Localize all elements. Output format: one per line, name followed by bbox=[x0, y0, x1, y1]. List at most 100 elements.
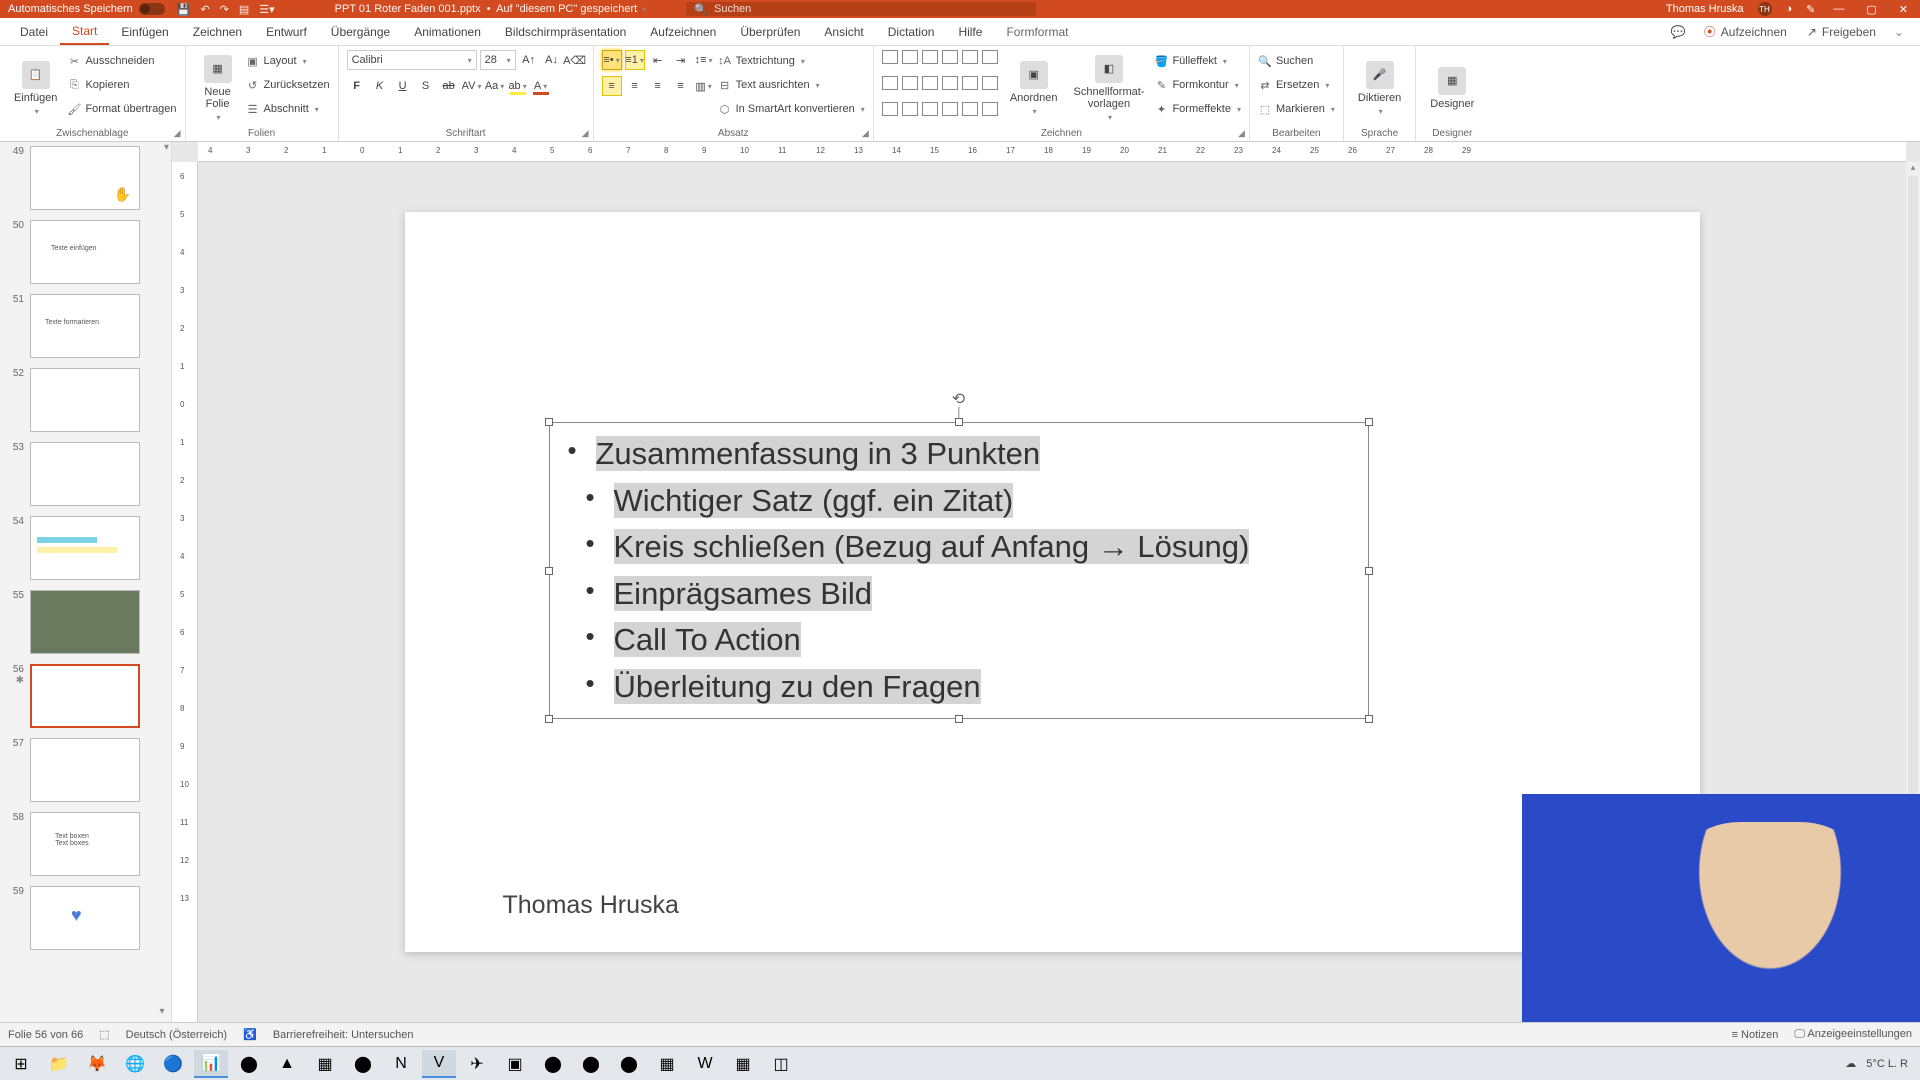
language-indicator[interactable]: Deutsch (Österreich) bbox=[126, 1029, 227, 1041]
chevron-down-icon[interactable]: ▾ bbox=[1235, 81, 1239, 90]
telegram-icon[interactable]: ✈ bbox=[460, 1050, 494, 1078]
chevron-down-icon[interactable]: ▾ bbox=[468, 56, 472, 65]
tab-uebergaenge[interactable]: Übergänge bbox=[319, 18, 402, 45]
format-painter-button[interactable]: 🖌Format übertragen bbox=[67, 98, 176, 120]
shape-fill-button[interactable]: 🪣Fülleffekt▾ bbox=[1154, 50, 1241, 72]
chevron-down-icon[interactable]: ▾ bbox=[642, 5, 646, 14]
chevron-down-icon[interactable]: ▾ bbox=[1033, 107, 1037, 116]
bullet-list[interactable]: Zusammenfassung in 3 Punkten Wichtiger S… bbox=[550, 423, 1368, 718]
chevron-down-icon[interactable]: ▾ bbox=[303, 57, 307, 66]
shape-oval-icon[interactable] bbox=[902, 76, 918, 90]
align-right-button[interactable]: ≡ bbox=[648, 76, 668, 96]
quick-styles-button[interactable]: ◧Schnellformat- vorlagen▾ bbox=[1068, 50, 1151, 126]
horizontal-ruler[interactable]: 4321012345678910111213141516171819202122… bbox=[198, 142, 1906, 162]
arrange-button[interactable]: ▣Anordnen▾ bbox=[1004, 50, 1064, 126]
bullet-item[interactable]: Wichtiger Satz (ggf. ein Zitat) bbox=[586, 478, 1332, 525]
bullets-button[interactable]: ≡•▾ bbox=[602, 50, 622, 70]
shape-line-icon[interactable] bbox=[902, 50, 918, 64]
resize-handle[interactable] bbox=[1365, 418, 1373, 426]
onenote-icon[interactable]: N bbox=[384, 1050, 418, 1078]
tab-ueberpruefen[interactable]: Überprüfen bbox=[728, 18, 812, 45]
collapse-ribbon-icon[interactable]: ⌄ bbox=[1886, 25, 1912, 39]
resize-handle[interactable] bbox=[545, 715, 553, 723]
shape-textbox-icon[interactable] bbox=[882, 76, 898, 90]
app-icon[interactable]: ⬤ bbox=[232, 1050, 266, 1078]
app-icon[interactable]: ◫ bbox=[764, 1050, 798, 1078]
dialog-launcher-icon[interactable]: ◢ bbox=[582, 128, 589, 139]
visio-icon[interactable]: V bbox=[422, 1050, 456, 1078]
ribbon-draw-icon[interactable]: ✎ bbox=[1806, 3, 1815, 16]
chevron-down-icon[interactable]: ▾ bbox=[1237, 105, 1241, 114]
app-icon[interactable]: ▣ bbox=[498, 1050, 532, 1078]
user-name[interactable]: Thomas Hruska bbox=[1666, 3, 1744, 15]
toggle-switch-icon[interactable] bbox=[139, 3, 165, 15]
system-tray[interactable]: ☁ 5°C L. R bbox=[1845, 1057, 1916, 1070]
resize-handle[interactable] bbox=[1365, 715, 1373, 723]
start-button[interactable]: ⊞ bbox=[4, 1050, 38, 1078]
select-button[interactable]: ⬚Markieren▾ bbox=[1258, 98, 1335, 120]
tab-hilfe[interactable]: Hilfe bbox=[946, 18, 994, 45]
increase-indent-button[interactable]: ⇥ bbox=[671, 50, 691, 70]
shape-line-icon[interactable] bbox=[882, 50, 898, 64]
bullet-item[interactable]: Zusammenfassung in 3 Punkten bbox=[586, 431, 1332, 478]
shape-star-icon[interactable] bbox=[922, 102, 938, 116]
shape-brace-icon[interactable] bbox=[942, 102, 958, 116]
bullet-item[interactable]: Überleitung zu den Fragen bbox=[586, 664, 1332, 711]
align-left-button[interactable]: ≡ bbox=[602, 76, 622, 96]
minimize-button[interactable]: — bbox=[1829, 3, 1848, 15]
vlc-icon[interactable]: ▲ bbox=[270, 1050, 304, 1078]
text-direction-button[interactable]: ↕ATextrichtung▾ bbox=[718, 50, 865, 72]
text-placeholder[interactable]: ⟲ Zusammenfassung in 3 Punkten Wichtiger… bbox=[549, 422, 1369, 719]
columns-button[interactable]: ▥▾ bbox=[694, 76, 714, 96]
align-text-button[interactable]: ⊟Text ausrichten▾ bbox=[718, 74, 865, 96]
copy-button[interactable]: ⎘Kopieren bbox=[67, 74, 176, 96]
designer-button[interactable]: ▦Designer bbox=[1424, 50, 1480, 126]
shape-arrow-icon[interactable] bbox=[982, 76, 998, 90]
dialog-launcher-icon[interactable]: ◢ bbox=[862, 128, 869, 139]
chevron-down-icon[interactable]: ▾ bbox=[861, 105, 865, 114]
shape-rect-icon[interactable] bbox=[942, 50, 958, 64]
tab-praesentation[interactable]: Bildschirmpräsentation bbox=[493, 18, 638, 45]
strike-button[interactable]: ab bbox=[439, 76, 459, 96]
shape-arrow-icon[interactable] bbox=[962, 76, 978, 90]
change-case-button[interactable]: Aa▾ bbox=[485, 76, 505, 96]
app-icon[interactable]: ▦ bbox=[308, 1050, 342, 1078]
underline-button[interactable]: U bbox=[393, 76, 413, 96]
shadow-button[interactable]: S bbox=[416, 76, 436, 96]
edge-icon[interactable]: 🔵 bbox=[156, 1050, 190, 1078]
bullet-item[interactable]: Kreis schließen (Bezug auf Anfang → Lösu… bbox=[586, 524, 1332, 571]
bullet-item[interactable]: Einprägsames Bild bbox=[586, 571, 1332, 618]
shapes-gallery[interactable] bbox=[882, 50, 1000, 126]
bullet-item[interactable]: Call To Action bbox=[586, 617, 1332, 664]
tab-dictation[interactable]: Dictation bbox=[876, 18, 947, 45]
replace-button[interactable]: ⇄Ersetzen▾ bbox=[1258, 74, 1335, 96]
italic-button[interactable]: K bbox=[370, 76, 390, 96]
highlight-color-button[interactable]: ab▾ bbox=[508, 76, 528, 96]
thumbnail-53[interactable]: 53 bbox=[6, 442, 165, 506]
layout-button[interactable]: ▣Layout▾ bbox=[246, 50, 330, 72]
shape-arrow-icon[interactable] bbox=[942, 76, 958, 90]
weather-icon[interactable]: ☁ bbox=[1845, 1057, 1856, 1070]
align-center-button[interactable]: ≡ bbox=[625, 76, 645, 96]
tab-entwurf[interactable]: Entwurf bbox=[254, 18, 319, 45]
chrome-icon[interactable]: 🌐 bbox=[118, 1050, 152, 1078]
chevron-down-icon[interactable]: ▾ bbox=[1379, 107, 1383, 116]
resize-handle[interactable] bbox=[545, 567, 553, 575]
numbering-button[interactable]: ≡1▾ bbox=[625, 50, 645, 70]
touch-mode-icon[interactable]: ☰▾ bbox=[259, 3, 274, 16]
tab-animationen[interactable]: Animationen bbox=[402, 18, 493, 45]
thumbnail-50[interactable]: 50Texte einfügen bbox=[6, 220, 165, 284]
paste-button[interactable]: 📋Einfügen▾ bbox=[8, 50, 63, 126]
tab-einfuegen[interactable]: Einfügen bbox=[109, 18, 180, 45]
thumbnail-52[interactable]: 52 bbox=[6, 368, 165, 432]
share-button[interactable]: ↗Freigeben bbox=[1797, 25, 1886, 39]
obs-icon[interactable]: ⬤ bbox=[536, 1050, 570, 1078]
clear-format-button[interactable]: A⌫ bbox=[565, 50, 585, 70]
slide-counter[interactable]: Folie 56 von 66 bbox=[8, 1029, 83, 1041]
justify-button[interactable]: ≡ bbox=[671, 76, 691, 96]
coming-soon-icon[interactable]: ◑ bbox=[1786, 3, 1793, 15]
app-icon[interactable]: ⬤ bbox=[574, 1050, 608, 1078]
thumbnail-56[interactable]: 56✱ bbox=[6, 664, 165, 728]
chevron-down-icon[interactable]: ▾ bbox=[315, 105, 319, 114]
chevron-down-icon[interactable]: ▾ bbox=[1223, 57, 1227, 66]
